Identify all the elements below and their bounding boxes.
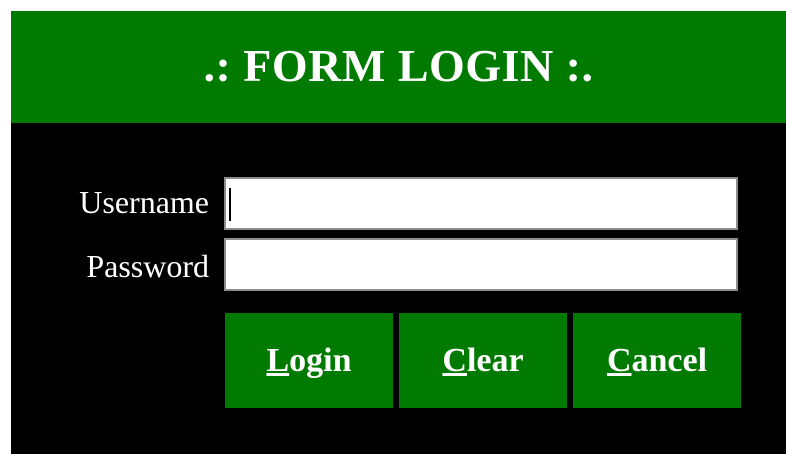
password-input[interactable] (224, 238, 738, 291)
login-label-rest: ogin (289, 341, 352, 379)
form-header: .: FORM LOGIN :. (11, 11, 786, 123)
password-label: Password (86, 248, 209, 284)
cancel-label-rest: ancel (631, 341, 708, 379)
username-input[interactable] (224, 177, 738, 230)
form-title: .: FORM LOGIN :. (203, 40, 594, 91)
login-button[interactable]: Login (225, 313, 393, 408)
login-accelerator: L (266, 341, 290, 379)
clear-button[interactable]: Clear (399, 313, 567, 408)
text-caret (229, 188, 231, 221)
login-window: .: FORM LOGIN :. Username Password Login… (11, 11, 786, 454)
cancel-button[interactable]: Cancel (573, 313, 741, 408)
cancel-accelerator: C (606, 341, 632, 379)
username-label: Username (79, 184, 209, 220)
clear-label-rest: lear (466, 341, 524, 379)
clear-accelerator: C (442, 341, 467, 379)
